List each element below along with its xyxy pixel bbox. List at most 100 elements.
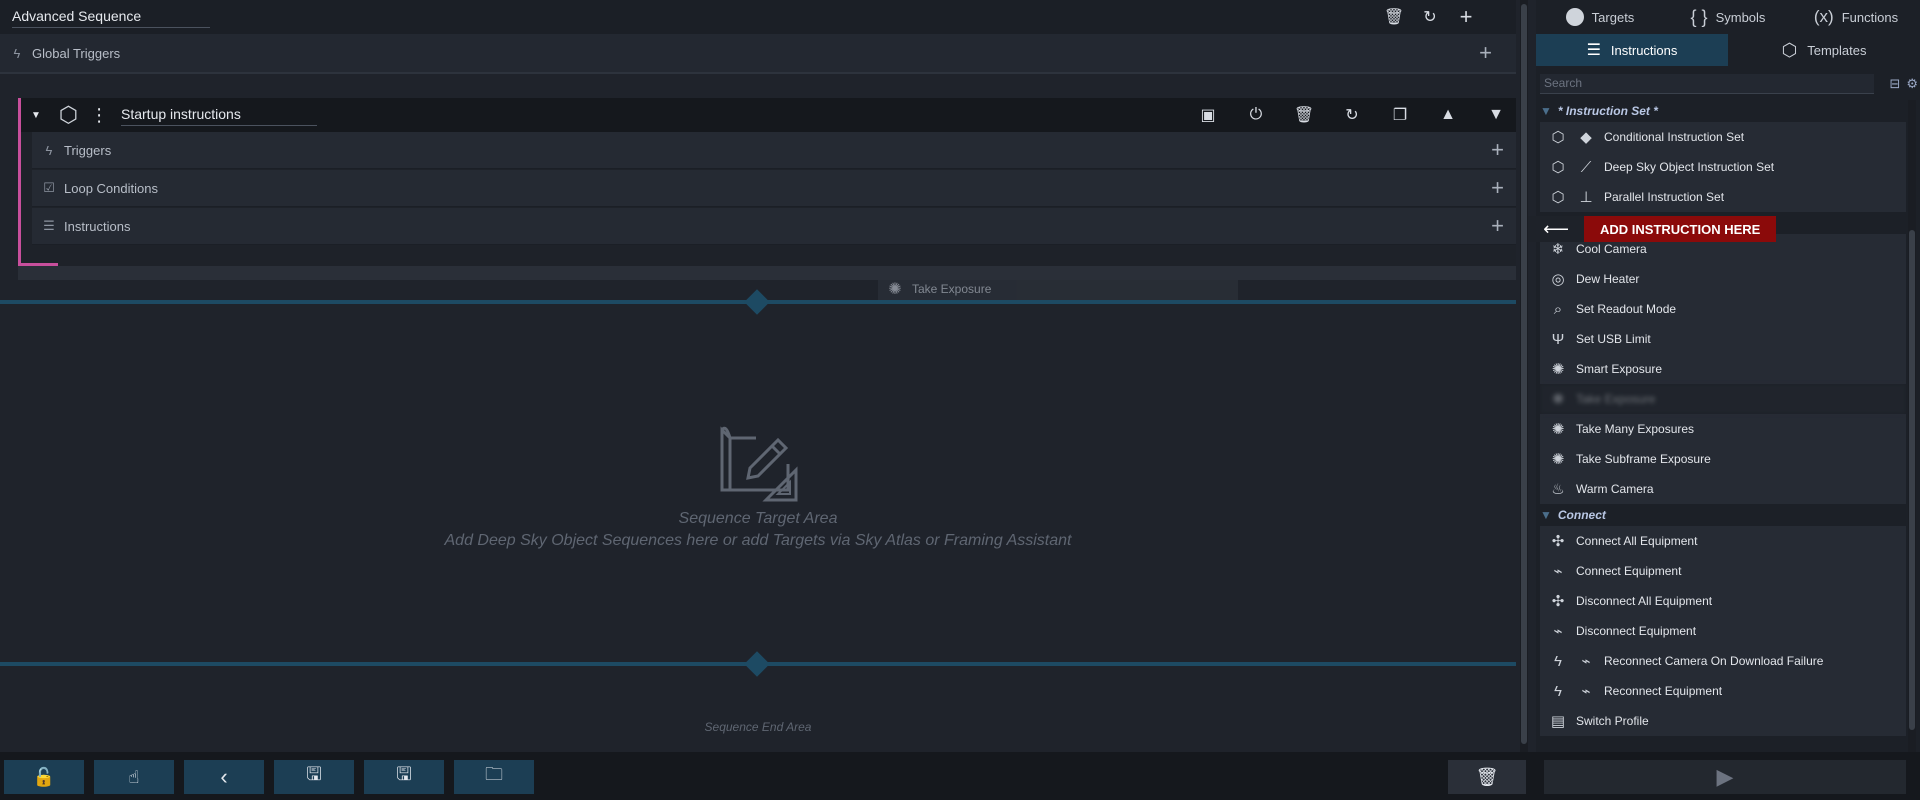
sequence-end-area[interactable]: Sequence End Area	[0, 720, 1516, 734]
aperture-icon: ✺	[1551, 361, 1565, 378]
instruction-label: Connect All Equipment	[1576, 534, 1698, 548]
drag-handle-icon[interactable]: ⋮	[90, 105, 108, 126]
checklist-icon: ☑	[43, 180, 55, 195]
chevron-left-icon: ‹	[220, 764, 228, 789]
heater-icon: ◎	[1551, 271, 1565, 288]
open-button[interactable]: 🗀	[454, 760, 534, 794]
box-icon: ⬡	[1551, 189, 1565, 206]
drag-preview: ✺ Take Exposure	[878, 275, 1238, 303]
settings-icon[interactable]: ⚙	[1906, 76, 1918, 92]
unplug-icon: ⌁	[1553, 623, 1563, 640]
plug-icon: ⌁	[1581, 653, 1591, 670]
save-button[interactable]: 🖫	[364, 760, 444, 794]
save-template-icon[interactable]: ▣	[1198, 105, 1218, 125]
instruction-list-scrollbar[interactable]	[1908, 100, 1916, 752]
move-up-icon[interactable]: ▲	[1438, 105, 1458, 125]
instruction-label: Reconnect Camera On Download Failure	[1604, 654, 1824, 668]
sequence-title-input[interactable]: Advanced Sequence	[12, 8, 210, 28]
instructions-row: ☰ Instructions +	[32, 208, 1516, 245]
app-window: Advanced Sequence 🗑 ↻ + ϟ Global Trigger…	[0, 0, 1920, 800]
sequence-scrollbar[interactable]	[1520, 0, 1528, 752]
instruction-list-item[interactable]: ♨ Warm Camera	[1540, 474, 1906, 504]
circle-icon	[1565, 8, 1584, 26]
tab-templates-label: Templates	[1807, 42, 1867, 58]
tab-functions[interactable]: (x) Functions	[1792, 0, 1920, 34]
instruction-label: Connect Equipment	[1576, 564, 1682, 578]
category-header[interactable]: ▼ * Instruction Set *	[1540, 100, 1906, 122]
loop-conditions-row: ☑ Loop Conditions +	[32, 170, 1516, 207]
unlock-button[interactable]: 🔓	[4, 760, 84, 794]
instruction-list-item[interactable]: ▤ Switch Profile	[1540, 706, 1906, 736]
triggers-row: ϟ Triggers +	[32, 132, 1516, 169]
power-icon[interactable]: ⏻	[1246, 105, 1266, 125]
folder-search-icon: 🗀	[485, 764, 503, 784]
collapse-caret-icon[interactable]: ▼	[1540, 508, 1552, 522]
instruction-label: Conditional Instruction Set	[1604, 130, 1745, 144]
category-header[interactable]: ▼ Connect	[1540, 504, 1906, 526]
instruction-list-item[interactable]: ⬡ ⟋ Deep Sky Object Instruction Set	[1540, 152, 1906, 182]
save-as-button[interactable]: 🖫	[274, 760, 354, 794]
instructions-label: Instructions	[64, 218, 131, 234]
add-global-trigger-button[interactable]: +	[1479, 40, 1492, 66]
container-name-input[interactable]: Startup instructions	[121, 106, 317, 126]
trash-icon[interactable]: 🗑	[1294, 105, 1314, 125]
sequence-target-area[interactable]: Sequence Target Area Add Deep Sky Object…	[0, 300, 1516, 660]
start-sequence-button[interactable]: ▶	[1544, 760, 1906, 794]
list-icon: ☰	[1586, 42, 1601, 59]
instruction-list-item[interactable]: ⬡ ⊥ Parallel Instruction Set	[1540, 182, 1906, 212]
triggers-label: Triggers	[64, 142, 112, 158]
plug-icon: ⌁	[1553, 563, 1563, 580]
drag-preview-label: Take Exposure	[912, 282, 992, 296]
move-down-icon[interactable]: ▼	[1486, 105, 1506, 125]
reset-icon[interactable]: ↻	[1420, 7, 1440, 27]
box-icon: ⬡	[1781, 39, 1798, 60]
instruction-list-item[interactable]: ✣ Disconnect All Equipment	[1540, 586, 1906, 616]
tab-templates[interactable]: ⬡ Templates	[1728, 34, 1920, 66]
collapse-caret-icon[interactable]: ▼	[31, 110, 41, 121]
play-icon: ▶	[1716, 764, 1734, 789]
collapse-all-icon[interactable]: ⊟	[1889, 76, 1900, 92]
aperture-icon: ✺	[1551, 451, 1565, 468]
tab-targets[interactable]: Targets	[1536, 0, 1664, 34]
trash-icon[interactable]: 🗑	[1384, 7, 1404, 27]
instruction-list-item[interactable]: ✺ Take Subframe Exposure	[1540, 444, 1906, 474]
add-loop-condition-button[interactable]: +	[1491, 175, 1504, 201]
instruction-search-input[interactable]: Search	[1540, 74, 1874, 94]
add-trigger-button[interactable]: +	[1491, 137, 1504, 163]
duplicate-icon[interactable]: ❐	[1390, 105, 1410, 125]
instruction-list-item[interactable]: ◎ Dew Heater	[1540, 264, 1906, 294]
profile-icon: ▤	[1550, 713, 1566, 730]
instruction-list-item[interactable]: ✺ Smart Exposure	[1540, 354, 1906, 384]
instruction-list-item[interactable]: ⌁ Connect Equipment	[1540, 556, 1906, 586]
loop-conditions-label: Loop Conditions	[64, 180, 158, 196]
instruction-list-item[interactable]: Ψ Set USB Limit	[1540, 324, 1906, 354]
back-button[interactable]: ‹	[184, 760, 264, 794]
braces-icon: { }	[1690, 6, 1708, 27]
instruction-label: Take Subframe Exposure	[1576, 452, 1711, 466]
add-instruction-callout: ⟵ ADD INSTRUCTION HERE	[1516, 212, 1784, 246]
tab-symbols[interactable]: { } Symbols	[1664, 0, 1792, 34]
instruction-list-item[interactable]: ϟ ⌁ Reconnect Camera On Download Failure	[1540, 646, 1906, 676]
instruction-list-item[interactable]: ⬡ ◆ Conditional Instruction Set	[1540, 122, 1906, 152]
scrollbar-thumb[interactable]	[1521, 4, 1527, 744]
instruction-list-item[interactable]: ϟ ⌁ Reconnect Equipment	[1540, 676, 1906, 706]
clear-sequence-button[interactable]: 🗑	[1448, 760, 1526, 794]
instruction-list-item[interactable]: ✣ Connect All Equipment	[1540, 526, 1906, 556]
add-icon[interactable]: +	[1456, 4, 1476, 29]
instruction-label: Deep Sky Object Instruction Set	[1604, 160, 1775, 174]
disconnect-all-icon: ✣	[1551, 593, 1565, 610]
collapse-caret-icon[interactable]: ▼	[1540, 104, 1552, 118]
instruction-list-item[interactable]: ✺ Take Many Exposures	[1540, 414, 1906, 444]
instruction-list-item[interactable]: ✺ Take Exposure	[1540, 384, 1906, 414]
instruction-list-item[interactable]: ⌁ Disconnect Equipment	[1540, 616, 1906, 646]
touch-button[interactable]: ☝	[94, 760, 174, 794]
add-instruction-button[interactable]: +	[1491, 213, 1504, 239]
instruction-list-item[interactable]: ⌕ Set Readout Mode	[1540, 294, 1906, 324]
tab-targets-label: Targets	[1591, 9, 1635, 25]
sequence-editor: Advanced Sequence 🗑 ↻ + ϟ Global Trigger…	[0, 0, 1516, 752]
tab-instructions[interactable]: ☰ Instructions	[1536, 34, 1728, 66]
reset-icon[interactable]: ↻	[1342, 105, 1362, 125]
usb-icon: Ψ	[1551, 330, 1565, 348]
tab-symbols-label: Symbols	[1715, 9, 1766, 25]
scrollbar-thumb[interactable]	[1909, 230, 1915, 730]
